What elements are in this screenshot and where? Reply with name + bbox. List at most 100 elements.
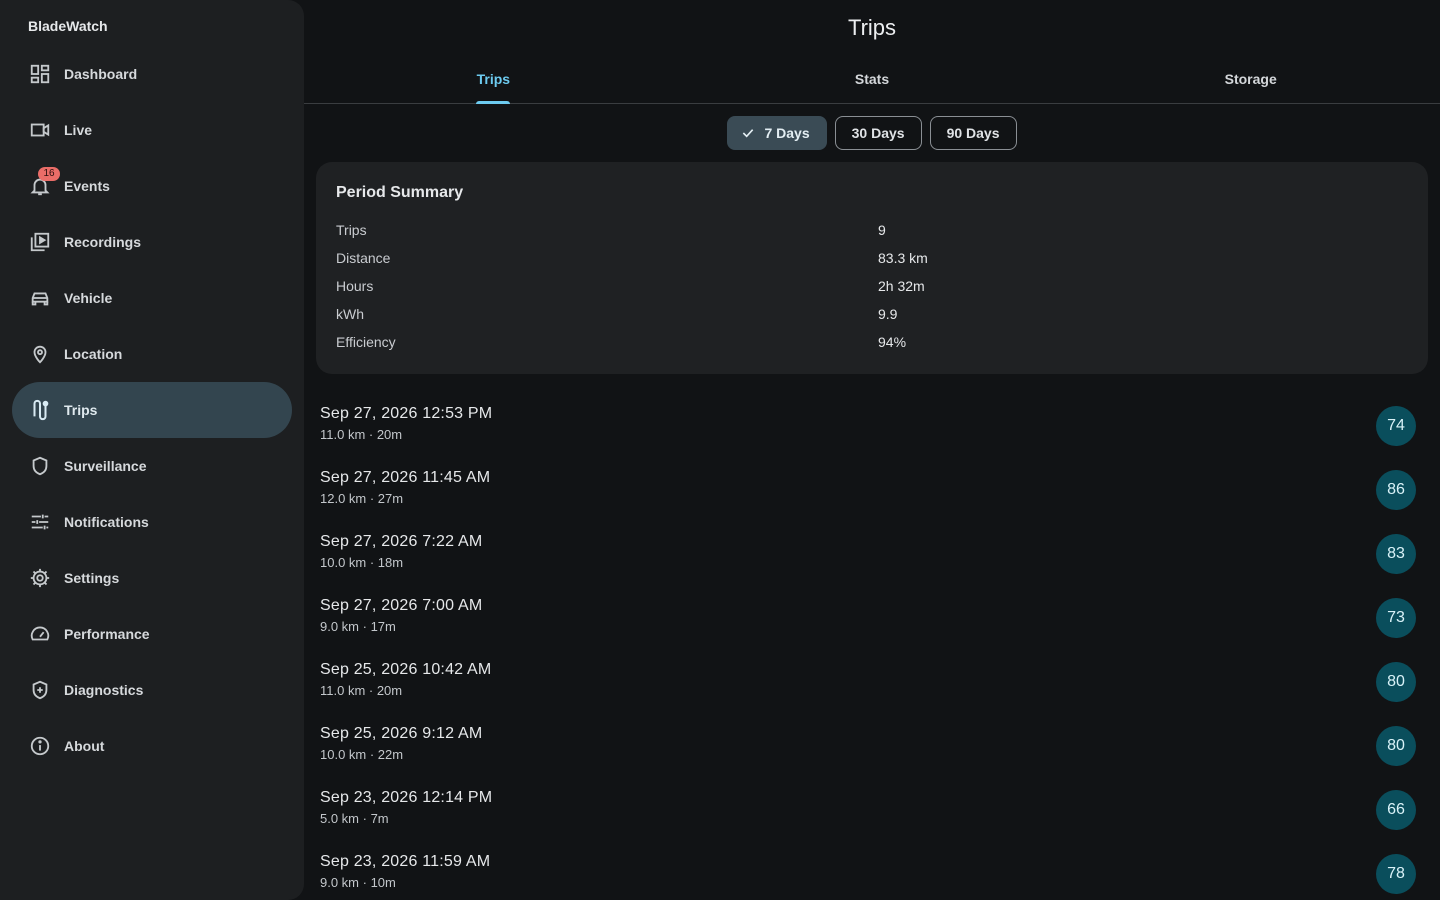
summary-row-distance: Distance 83.3 km xyxy=(336,244,1408,272)
trip-score-badge: 80 xyxy=(1376,662,1416,702)
list-item[interactable]: Sep 27, 2026 7:00 AM 9.0 km · 17m 73 xyxy=(304,586,1440,650)
bell-icon: 16 xyxy=(28,167,60,198)
trip-date: Sep 27, 2026 7:22 AM xyxy=(320,532,483,550)
sidebar-item-label: Live xyxy=(64,122,93,138)
sidebar-item-label: Diagnostics xyxy=(64,682,144,698)
trip-text: Sep 27, 2026 11:45 AM 12.0 km · 27m xyxy=(320,469,490,506)
dashboard-icon xyxy=(28,62,52,86)
sidebar-item-label: Trips xyxy=(64,402,98,418)
tab-stats[interactable]: Stats xyxy=(683,56,1062,103)
list-item[interactable]: Sep 25, 2026 9:12 AM 10.0 km · 22m 80 xyxy=(304,714,1440,778)
sidebar-item-label: Vehicle xyxy=(64,290,113,306)
trip-detail: 12.0 km · 27m xyxy=(320,490,404,506)
list-item[interactable]: Sep 27, 2026 11:45 AM 12.0 km · 27m 86 xyxy=(304,458,1440,522)
summary-key: kWh xyxy=(336,306,364,322)
sidebar-nav: Dashboard Live 16 Events Recordings Vehi… xyxy=(0,46,304,774)
trip-date: Sep 23, 2026 12:14 PM xyxy=(320,788,493,806)
main-content: Trips Trips Stats Storage 7 Days 30 Days xyxy=(304,0,1440,900)
video-library-icon xyxy=(28,230,52,254)
sidebar-item-dashboard[interactable]: Dashboard xyxy=(12,46,292,102)
trip-detail: 9.0 km · 17m xyxy=(320,618,396,634)
summary-value: 2h 32m xyxy=(878,278,925,294)
trip-text: Sep 25, 2026 9:12 AM 10.0 km · 22m xyxy=(320,725,482,762)
list-item[interactable]: Sep 27, 2026 7:22 AM 10.0 km · 18m 83 xyxy=(304,522,1440,586)
trip-text: Sep 27, 2026 12:53 PM 11.0 km · 20m xyxy=(320,405,492,442)
filter-30-days-chip[interactable]: 30 Days xyxy=(834,116,922,150)
summary-value: 83.3 km xyxy=(878,250,928,266)
sidebar-item-label: Settings xyxy=(64,570,120,586)
tune-icon xyxy=(28,510,52,534)
check-icon xyxy=(743,129,754,138)
summary-key: Trips xyxy=(336,222,367,238)
sidebar-item-surveillance[interactable]: Surveillance xyxy=(12,438,292,494)
trip-detail: 5.0 km · 7m xyxy=(320,810,389,826)
trip-detail: 9.0 km · 10m xyxy=(320,874,396,890)
trip-score-badge: 73 xyxy=(1376,598,1416,638)
shield-icon xyxy=(28,454,52,478)
trip-detail: 11.0 km · 20m xyxy=(320,682,403,698)
chip-label: 90 Days xyxy=(946,125,1000,141)
list-item[interactable]: Sep 23, 2026 11:59 AM 9.0 km · 10m 78 xyxy=(304,842,1440,900)
tab-trips[interactable]: Trips xyxy=(304,56,683,104)
events-count-badge: 16 xyxy=(38,167,60,181)
list-item[interactable]: Sep 25, 2026 10:42 AM 11.0 km · 20m 80 xyxy=(304,650,1440,714)
health-shield-icon xyxy=(28,678,52,702)
trip-date: Sep 25, 2026 10:42 AM xyxy=(320,660,492,678)
trip-score-badge: 66 xyxy=(1376,790,1416,830)
page-title: Trips xyxy=(847,15,897,40)
sidebar-item-settings[interactable]: Settings xyxy=(12,550,292,606)
trip-date: Sep 27, 2026 11:45 AM xyxy=(320,468,491,486)
summary-key: Efficiency xyxy=(336,334,396,350)
sidebar-item-notifications[interactable]: Notifications xyxy=(12,494,292,550)
videocam-icon xyxy=(28,118,52,142)
summary-row-efficiency: Efficiency 94% xyxy=(336,328,1408,356)
app-name: BladeWatch xyxy=(28,18,108,34)
sidebar-item-live[interactable]: Live xyxy=(12,102,292,158)
trip-score-badge: 83 xyxy=(1376,534,1416,574)
trip-score-badge: 74 xyxy=(1376,406,1416,446)
sidebar-item-performance[interactable]: Performance xyxy=(12,606,292,662)
filter-90-days-chip[interactable]: 90 Days xyxy=(929,116,1017,150)
sidebar-item-events[interactable]: 16 Events xyxy=(12,158,292,214)
sidebar-item-label: Performance xyxy=(64,626,150,642)
sidebar-item-label: Surveillance xyxy=(64,458,147,474)
sidebar-item-location[interactable]: Location xyxy=(12,326,292,382)
chip-label: 7 Days xyxy=(764,125,810,141)
sidebar-item-vehicle[interactable]: Vehicle xyxy=(12,270,292,326)
pin-icon xyxy=(28,342,52,366)
trip-date: Sep 27, 2026 7:00 AM xyxy=(320,596,483,614)
sidebar-item-label: Notifications xyxy=(64,514,149,530)
list-item[interactable]: Sep 23, 2026 12:14 PM 5.0 km · 7m 66 xyxy=(304,778,1440,842)
gear-icon xyxy=(28,566,52,590)
tab-label: Stats xyxy=(854,71,890,87)
tab-bar: Trips Stats Storage xyxy=(304,56,1440,104)
sidebar-item-about[interactable]: About xyxy=(12,718,292,774)
trip-score-badge: 86 xyxy=(1376,470,1416,510)
summary-value: 9 xyxy=(878,222,886,238)
route-icon xyxy=(28,398,52,422)
summary-value: 94% xyxy=(878,334,907,350)
trip-list: Sep 27, 2026 12:53 PM 11.0 km · 20m 74 S… xyxy=(304,394,1440,900)
chip-label: 30 Days xyxy=(851,125,905,141)
filter-7-days-chip[interactable]: 7 Days xyxy=(727,116,827,150)
tab-storage[interactable]: Storage xyxy=(1061,56,1440,103)
trip-text: Sep 27, 2026 7:22 AM 10.0 km · 18m xyxy=(320,533,482,570)
sidebar-item-trips[interactable]: Trips xyxy=(12,382,292,438)
summary-row-hours: Hours 2h 32m xyxy=(336,272,1408,300)
sidebar-item-recordings[interactable]: Recordings xyxy=(12,214,292,270)
summary-key: Hours xyxy=(336,278,374,294)
summary-row-kwh: kWh 9.9 xyxy=(336,300,1408,328)
summary-value: 9.9 xyxy=(878,306,898,322)
tab-label: Trips xyxy=(476,71,511,87)
list-item[interactable]: Sep 27, 2026 12:53 PM 11.0 km · 20m 74 xyxy=(304,394,1440,458)
info-icon xyxy=(28,734,52,758)
trip-date: Sep 23, 2026 11:59 AM xyxy=(320,852,491,870)
tab-indicator xyxy=(476,101,511,104)
tab-label: Storage xyxy=(1224,71,1277,87)
trip-score-badge: 80 xyxy=(1376,726,1416,766)
trip-text: Sep 25, 2026 10:42 AM 11.0 km · 20m xyxy=(320,661,491,698)
trip-text: Sep 23, 2026 11:59 AM 9.0 km · 10m xyxy=(320,853,490,890)
sidebar-item-label: Events xyxy=(64,178,110,194)
sidebar-item-diagnostics[interactable]: Diagnostics xyxy=(12,662,292,718)
summary-title: Period Summary xyxy=(336,184,464,201)
